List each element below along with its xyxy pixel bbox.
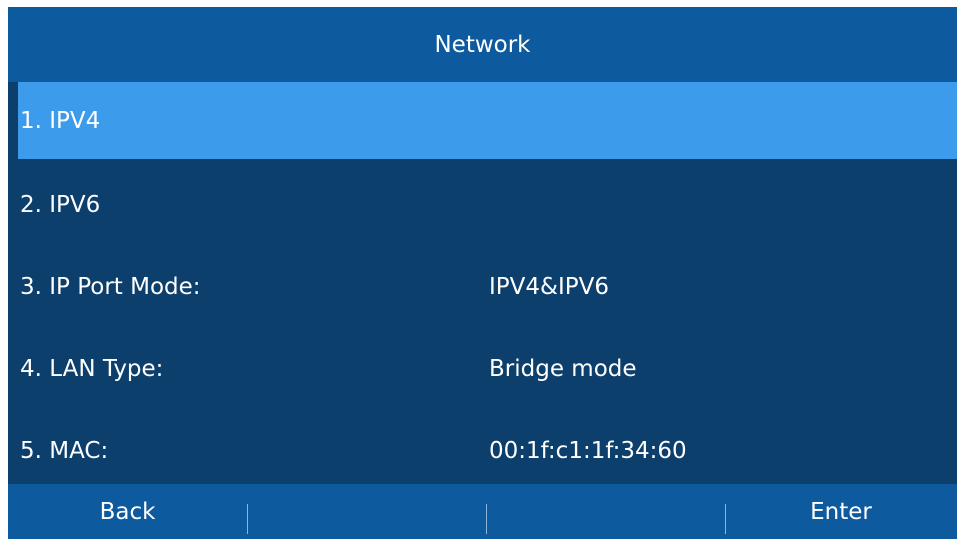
mac-value: 00:1f:c1:1f:34:60 bbox=[489, 438, 687, 464]
softkey-bar: Back Enter bbox=[8, 484, 957, 539]
softkey-divider bbox=[725, 504, 726, 534]
menu-item-label: 3. IP Port Mode: bbox=[20, 274, 201, 300]
softkey-divider bbox=[247, 504, 248, 534]
menu-item-ipv4[interactable]: 1. IPV4 bbox=[8, 82, 957, 164]
menu-item-label: 1. IPV4 bbox=[20, 107, 101, 134]
enter-softkey[interactable]: Enter bbox=[725, 484, 957, 539]
phone-screen: Network 1. IPV4 2. IPV6 3. IP Port Mode:… bbox=[8, 7, 957, 539]
page-title: Network bbox=[8, 7, 957, 82]
menu-item-lan-type[interactable]: 4. LAN Type: Bridge mode bbox=[8, 328, 957, 410]
menu-item-mac[interactable]: 5. MAC: 00:1f:c1:1f:34:60 bbox=[8, 410, 957, 492]
back-softkey[interactable]: Back bbox=[8, 484, 247, 539]
lan-type-value: Bridge mode bbox=[489, 356, 637, 382]
menu-item-label: 4. LAN Type: bbox=[20, 356, 164, 382]
softkey-2[interactable] bbox=[247, 484, 486, 539]
selection-highlight bbox=[18, 82, 957, 159]
network-menu: 1. IPV4 2. IPV6 3. IP Port Mode: IPV4&IP… bbox=[8, 82, 957, 492]
menu-item-label: 2. IPV6 bbox=[20, 192, 101, 218]
softkey-3[interactable] bbox=[486, 484, 725, 539]
softkey-divider bbox=[486, 504, 487, 534]
menu-item-ipv6[interactable]: 2. IPV6 bbox=[8, 164, 957, 246]
ip-port-mode-value: IPV4&IPV6 bbox=[489, 274, 609, 300]
menu-item-ip-port-mode[interactable]: 3. IP Port Mode: IPV4&IPV6 bbox=[8, 246, 957, 328]
menu-item-label: 5. MAC: bbox=[20, 438, 109, 464]
